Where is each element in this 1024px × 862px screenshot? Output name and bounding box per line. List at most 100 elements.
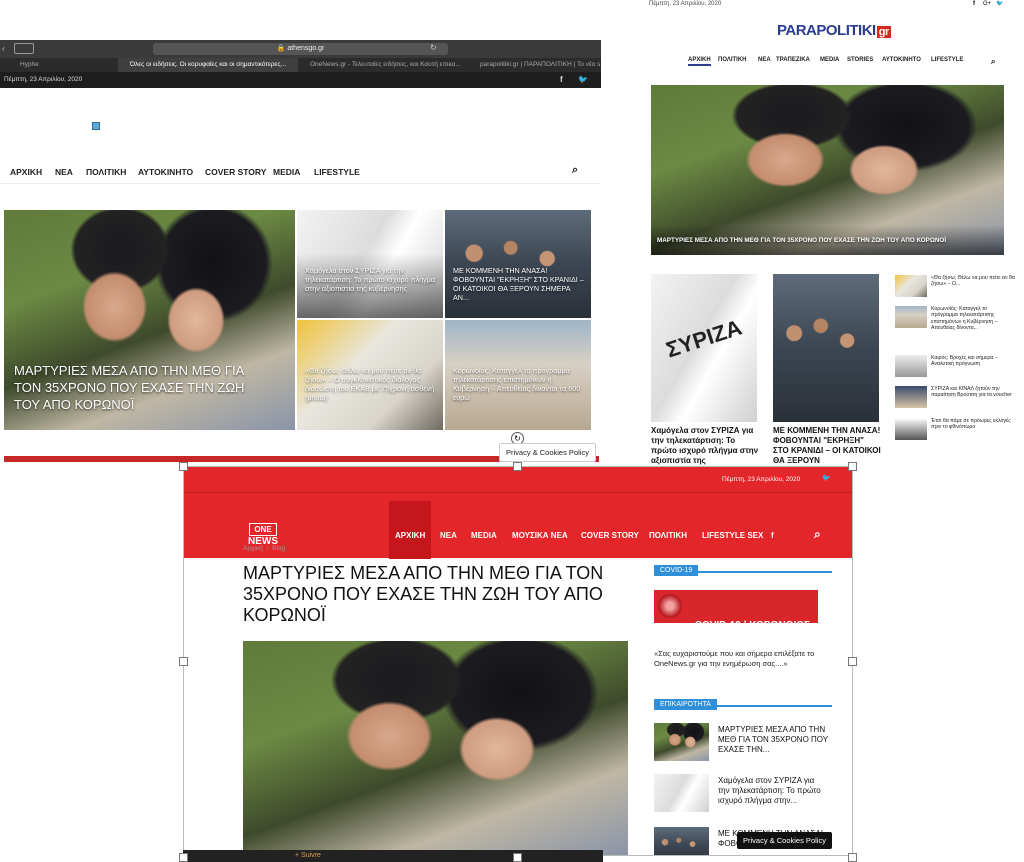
thumb-image [895,355,927,377]
nav-home[interactable]: ΑΡΧΙΚΗ [688,57,711,66]
tab-onenews[interactable]: OneNews.gr - Τελευταίες ειδήσεις, και Κα… [310,61,470,68]
bottom-date: Πέμπτη, 23 Απριλίου, 2020 [722,476,801,483]
twitter-icon[interactable]: 🐦 [822,474,831,482]
right-card-kranidi-image[interactable] [773,274,879,422]
cookie-policy-button-top[interactable]: Privacy & Cookies Policy [499,443,596,462]
tile-kranidi[interactable]: ΜΕ ΚΟΜΜΕΝΗ ΤΗΝ ΑΝΑΣΑ! ΦΟΒΟΥΝΤΑΙ "ΕΚΡΗΞΗ"… [445,210,591,318]
resize-handle[interactable] [848,462,857,471]
covid-banner[interactable]: COVID-19 | ΚΟΡΩΝΟΙΟΣ LIVE UPDATES [654,590,818,644]
article-image[interactable] [243,641,628,855]
hero-tile[interactable]: ΜΑΡΤΥΡΙΕΣ ΜΕΣΑ ΑΠΟ ΤΗΝ ΜΕΘ ΓΙΑ ΤΟΝ 35ΧΡΟ… [4,210,295,430]
resize-handle[interactable] [848,657,857,666]
thumb-image [895,418,927,440]
side-title: Καιρός: Βροχές και σήμερα – Αναλυτική πρ… [931,355,998,368]
reload-icon[interactable]: ↻ [430,43,437,52]
nav-politics[interactable]: ΠΟΛΙΤΙΚΗ [718,57,747,63]
top-bar: Πέμπτη, 23 Απριλίου, 2020 f 🐦 [0,72,601,88]
back-icon[interactable]: ‹ [2,44,5,53]
follow-bar: + Suivre [183,850,603,862]
tile-ekab[interactable]: «Θα ζήσω; Θέλω να μου πείτε αν θα ζήσω» … [297,320,443,430]
tab-athensgo[interactable]: Όλες οι ειδήσεις. Οι κορυφαίες και οι ση… [118,58,298,72]
resize-handle[interactable] [848,853,857,862]
right-card-kranidi-title[interactable]: ΜΕ ΚΟΜΜΕΝΗ ΤΗΝ ΑΝΑΣΑ! ΦΟΒΟΥΝΤΑΙ "ΕΚΡΗΞΗ"… [773,426,881,466]
facebook-icon[interactable]: f [560,75,563,84]
tile-ekab-title: «Θα ζήσω; Θέλω να μου πείτε αν θα ζήσω» … [305,366,435,402]
address-bar[interactable]: 🔒 athensgo.gr [153,43,448,55]
parapolitiki-logo[interactable]: PARAPOLITIKI gr [777,22,891,39]
nav-media[interactable]: MEDIA [820,57,839,63]
search-icon[interactable]: ⌕ [991,57,995,67]
side-title: Έτσι θα πάμε σε πρόωρες εκλογές πριν το … [931,418,1011,431]
athensgo-window: ‹ 🔒 athensgo.gr ↻ Hyphe Όλες οι ειδήσεις… [0,40,601,465]
tile-training-title: Κορωνοϊός: Καταγγελ το πρόγραμμα τηλεκατ… [453,366,581,402]
parapolitiki-window: Πέμπτη, 23 Απριλίου, 2020 f G+ 🐦 PARAPOL… [601,0,1024,470]
nav-music-news[interactable]: ΜΟΥΣΙΚΑ ΝΕΑ [512,531,568,540]
nav-lifestyle[interactable]: LIFESTYLE [931,57,963,63]
right-card-syriza-title[interactable]: Χαμόγελα στον ΣΥΡΙΖΑ για την τηλεκατάρτι… [651,426,759,466]
nav-news[interactable]: ΝΕΑ [440,531,457,540]
search-icon[interactable]: ⌕ [572,164,578,177]
browser-tabs: Hyphe Όλες οι ειδήσεις. Οι κορυφαίες και… [0,58,601,72]
tile-training[interactable]: Κορωνοϊός: Καταγγελ το πρόγραμμα τηλεκατ… [445,320,591,430]
twitter-icon[interactable]: 🐦 [996,0,1003,7]
tile-syriza[interactable]: Χαμόγελα στον ΣΥΡΙΖΑ για την τηλεκατάρτι… [297,210,443,318]
hero-title: ΜΑΡΤΥΡΙΕΣ ΜΕΣΑ ΑΠΟ ΤΗΝ ΜΕΘ ΓΙΑ ΤΟΝ 35ΧΡΟ… [14,363,245,412]
thanks-text: «Σας ευχαριστούμε που και σήμερα επιλέξα… [654,649,815,668]
breadcrumb[interactable]: Αρχική › Blog [243,545,285,552]
main-nav: ΑΡΧΙΚΗ ΝΕΑ ΠΟΛΙΤΙΚΗ ΑΥΤΟΚΙΝΗΤΟ COVER STO… [0,160,601,184]
nav-stories[interactable]: STORIES [847,57,873,63]
tab-parapolitiki[interactable]: parapolitiki.gr | ΠΑΡΑΠΟΛΙΤΙΚΗ | Το νέο … [480,61,600,68]
cookie-policy-button-bottom[interactable]: Privacy & Cookies Policy [737,832,832,849]
nav-auto[interactable]: ΑΥΤΟΚΙΝΗΤΟ [138,167,193,177]
search-icon[interactable]: ⌕ [814,527,821,542]
nav-news[interactable]: ΝΕΑ [758,57,771,63]
resize-handle[interactable] [513,853,522,862]
onenews-window: Πέμπτη, 23 Απριλίου, 2020 🐦 ONE NEWS ΑΡΧ… [183,466,853,856]
nav-home[interactable]: ΑΡΧΙΚΗ [395,531,425,540]
ad-placeholder-icon [92,122,100,130]
sidebar-toggle-icon[interactable] [14,43,34,54]
tile-syriza-title: Χαμόγελα στον ΣΥΡΙΖΑ για την τηλεκατάρτι… [305,266,436,293]
logo-text: PARAPOLITIKI [777,22,876,39]
right-hero[interactable]: ΜΑΡΤΥΡΙΕΣ ΜΕΣΑ ΑΠΟ ΤΗΝ ΜΕΘ ΓΙΑ ΤΟΝ 35ΧΡΟ… [651,85,1004,255]
resize-handle[interactable] [179,657,188,666]
nav-cover-story[interactable]: COVER STORY [581,531,639,540]
nav-lifestyle[interactable]: LIFESTYLE [314,167,360,177]
nav-lifestyle-sex[interactable]: LIFESTYLE SEX [702,531,763,540]
thumb-image [654,827,709,855]
address-text: athensgo.gr [287,45,325,52]
active-nav-bg [389,501,431,559]
side-title: ΣΥΡΙΖΑ και ΚΙΝΑΛ ζητούν την παραίτηση Βρ… [931,386,1012,399]
resize-handle[interactable] [513,462,522,471]
google-plus-icon[interactable]: G+ [983,1,991,7]
nav-politics[interactable]: ΠΟΛΙΤΙΚΗ [86,167,126,177]
follow-button[interactable]: + Suivre [295,852,321,859]
covid-banner-text: COVID-19 | ΚΟΡΩΝΟΙΟΣ LIVE UPDATES [694,620,810,644]
right-card-syriza-image[interactable]: ΣΥΡΙΖΑ [651,274,757,422]
tab-hyphe[interactable]: Hyphe [20,61,39,68]
facebook-icon[interactable]: f [973,1,975,7]
nav-auto[interactable]: ΑΥΤΟΚΙΝΗΤΟ [882,57,921,63]
twitter-icon[interactable]: 🐦 [578,75,588,84]
date-text: Πέμπτη, 23 Απριλίου, 2020 [4,76,83,83]
nav-home[interactable]: ΑΡΧΙΚΗ [10,167,42,177]
nav-cover-story[interactable]: COVER STORY [205,167,266,177]
current-item-title: Χαμόγελα στον ΣΥΡΙΖΑ για την τηλεκατάρτι… [718,776,821,805]
current-section-heading: ΕΠΙΚΑΙΡΟΤΗΤΑ [654,693,832,710]
nav-media[interactable]: MEDIA [273,167,300,177]
resize-handle[interactable] [179,853,188,862]
current-heading-label: ΕΠΙΚΑΙΡΟΤΗΤΑ [654,699,717,710]
onenews-logo[interactable]: ONE NEWS [246,523,280,547]
resize-handle[interactable] [179,462,188,471]
nav-news[interactable]: ΝΕΑ [55,167,73,177]
facebook-icon-glyph[interactable]: f [771,531,774,540]
right-date: Πέμπτη, 23 Απριλίου, 2020 [649,1,722,7]
nav-media[interactable]: MEDIA [471,531,497,540]
logo-suffix: gr [876,26,891,38]
thumb-image [895,386,927,408]
covid-section-heading: COVID-19 [654,559,832,576]
virus-icon [657,593,683,619]
nav-politics[interactable]: ΠΟΛΙΤΙΚΗ [649,531,687,540]
covid-heading-label: COVID-19 [654,565,699,576]
nav-banking[interactable]: ΤΡΑΠΕΖΙΚΑ [776,57,810,63]
